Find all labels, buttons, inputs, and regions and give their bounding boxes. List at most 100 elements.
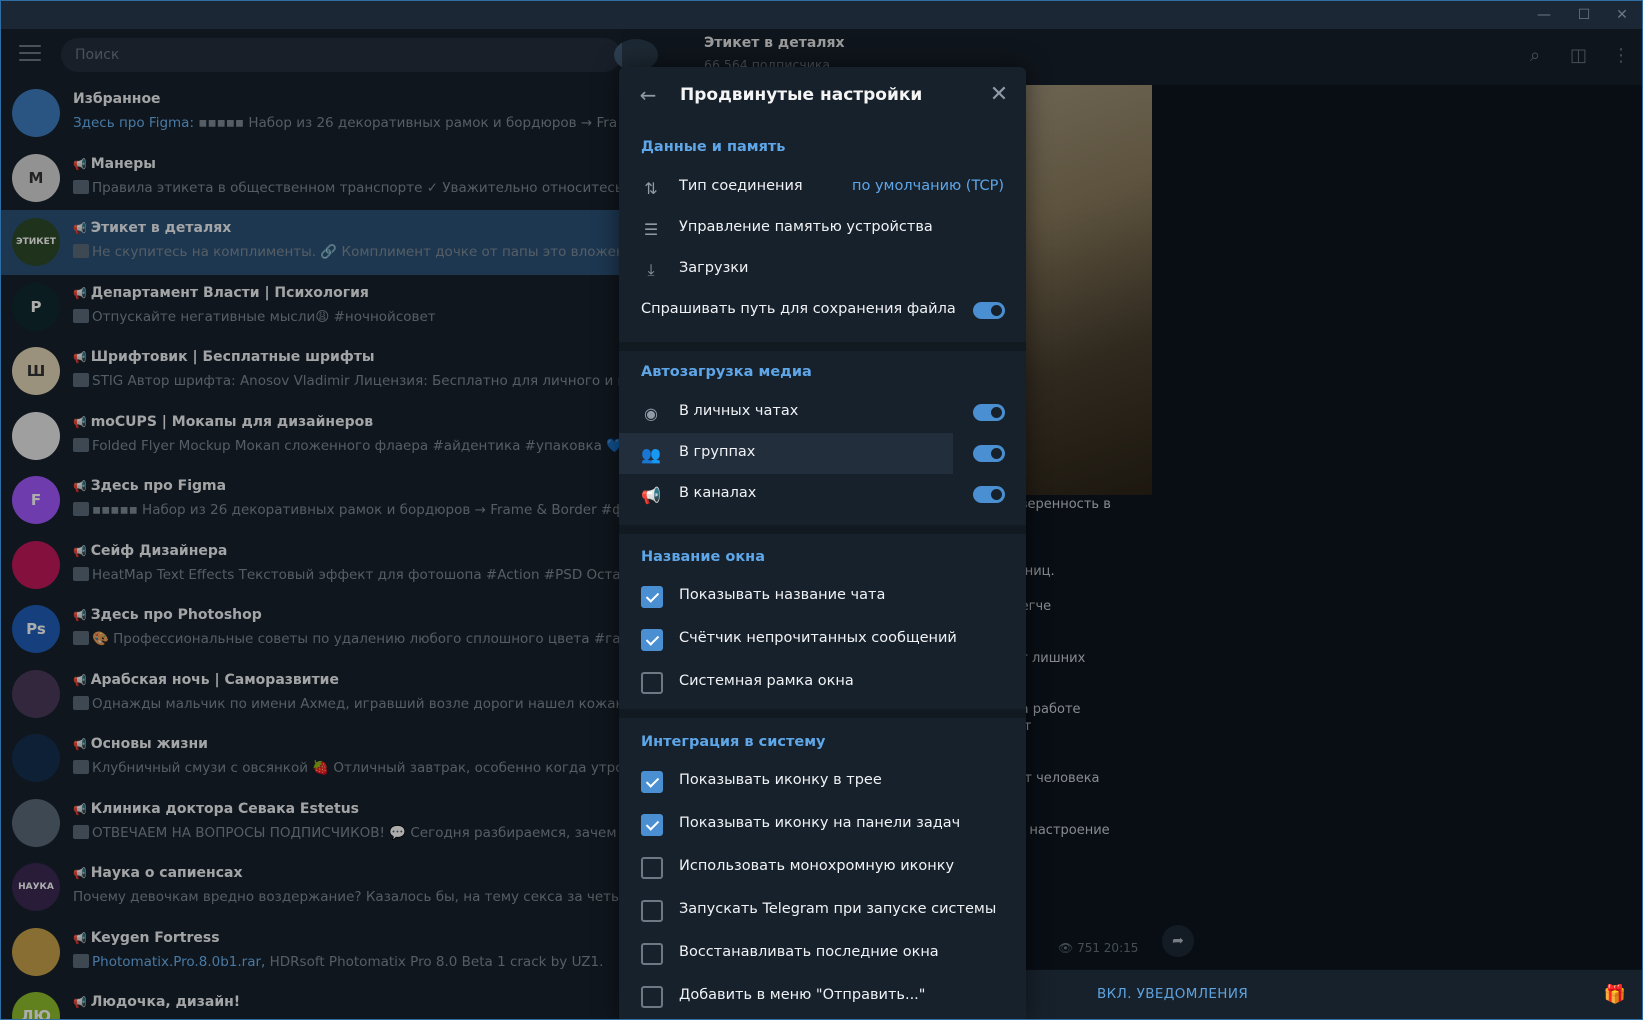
views-count: 751 — [1077, 941, 1100, 955]
eye-icon: 👁 — [1058, 941, 1078, 955]
downloads-label: Загрузки — [679, 260, 749, 276]
chat-avatar: Ш — [12, 347, 60, 395]
chat-list-item[interactable]: НАУКА 📢 Наука о сапиенсах Почему девочкам в… — [1, 855, 622, 920]
chat-title: Keygen Fortress — [90, 929, 220, 946]
unread-counter-row[interactable]: Счётчик непрочитанных сообщений — [619, 620, 1026, 660]
chat-preview-wrap: 🎨 Профессиональные советы по удалению лю… — [73, 631, 622, 647]
autoload-channels-toggle[interactable] — [973, 486, 1005, 503]
chat-list-item[interactable]: 📢 moCUPS | Мокапы для дизайнеров Folded Fl… — [1, 404, 622, 469]
chat-preview-wrap: Однажды мальчик по имени Ахмед, игравший… — [73, 695, 622, 712]
chat-list-item[interactable]: P 📢 Департамент Власти | Психология Отпуска… — [1, 275, 622, 340]
chat-preview-wrap: Правила этикета в общественном транспорт… — [73, 179, 622, 196]
taskbar-icon-checkbox[interactable] — [641, 814, 663, 836]
chat-preview: Folded Flyer Mockup Мокап сложенного фла… — [92, 437, 622, 454]
send-to-menu-row[interactable]: Добавить в меню "Отправить..." — [619, 977, 1026, 1017]
title-bar: — ☐ ✕ — [1, 1, 1642, 29]
chat-list-item[interactable]: 📢 Keygen Fortress Photomatix.Pro.8.0b1.rar… — [1, 920, 622, 985]
taskbar-icon-row[interactable]: Показывать иконку на панели задач — [619, 805, 1026, 845]
chat-title: Сейф Дизайнера — [90, 542, 228, 559]
autoload-groups-toggle[interactable] — [973, 445, 1005, 462]
search-icon[interactable]: ⌕ — [1530, 45, 1540, 66]
search-box[interactable] — [61, 38, 621, 72]
connection-type-row[interactable]: ⇅ Тип соединения по умолчанию (TCP) — [619, 167, 1026, 208]
maximize-icon[interactable]: ☐ — [1569, 5, 1599, 25]
mono-icon-checkbox[interactable] — [641, 857, 663, 879]
chat-preview: ▪▪▪▪▪ Набор из 26 декоративных рамок и б… — [92, 502, 622, 518]
gift-icon[interactable]: 🎁 — [1604, 984, 1626, 1005]
autoload-private-toggle[interactable] — [973, 404, 1005, 421]
chat-list-item[interactable]: 📢 Клиника доктора Севака Estetus ОТВЕЧАЕМ … — [1, 791, 622, 856]
autoload-private-row[interactable]: ◉ В личных чатах — [619, 392, 1026, 433]
show-chat-name-checkbox[interactable] — [641, 586, 663, 608]
section-title-window: Название окна — [641, 549, 765, 565]
system-frame-row[interactable]: Системная рамка окна — [619, 663, 1026, 703]
autoload-groups-row[interactable]: 👥 В группах — [619, 433, 953, 474]
chat-list-item[interactable]: 📢 Сейф Дизайнера HeatMap Text Effects Текс… — [1, 533, 622, 598]
system-frame-checkbox[interactable] — [641, 672, 663, 694]
autoload-private-label: В личных чатах — [679, 403, 799, 419]
downloads-row[interactable]: ⤓ Загрузки — [619, 249, 1026, 290]
restore-windows-checkbox[interactable] — [641, 943, 663, 965]
chat-title-wrap: 📢 Клиника доктора Севака Estetus — [73, 801, 359, 817]
chat-avatar — [12, 89, 60, 137]
chat-list-item[interactable]: Ps 📢 Здесь про Photoshop 🎨 Профессиональные… — [1, 597, 622, 662]
chat-preview-accent: Photomatix.Pro.8.0b1.rar, — [92, 953, 266, 970]
chat-title: Арабская ночь | Саморазвитие — [90, 671, 339, 688]
autostart-checkbox[interactable] — [641, 900, 663, 922]
message-views: 👁 751 20:15 — [1058, 941, 1138, 955]
hamburger-menu-icon[interactable] — [19, 45, 41, 63]
chat-list-item[interactable]: 📢 Основы жизни Клубничный смузи с овсянкой… — [1, 726, 622, 791]
restore-windows-row[interactable]: Восстанавливать последние окна — [619, 934, 1026, 974]
chat-list-item[interactable]: Ш 📢 Шрифтовик | Бесплатные шрифты STIG Авто… — [1, 339, 622, 404]
minimize-icon[interactable]: — — [1529, 5, 1559, 25]
chat-list-item[interactable]: F 📢 Здесь про Figma ▪▪▪▪▪ Набор из 26 декор… — [1, 468, 622, 533]
chat-title: moCUPS | Мокапы для дизайнеров — [90, 413, 374, 430]
autoload-channels-label: В каналах — [679, 485, 757, 501]
chat-title-wrap: 📢 moCUPS | Мокапы для дизайнеров — [73, 414, 373, 430]
channel-megaphone-icon: 📢 — [73, 673, 87, 687]
share-icon[interactable]: ➦ — [1162, 925, 1194, 957]
more-icon[interactable]: ⋮ — [1612, 45, 1630, 66]
back-arrow-icon[interactable]: ← — [634, 81, 662, 109]
enable-notifications-button[interactable]: ВКЛ. УВЕДОМЛЕНИЯ — [1097, 986, 1248, 1002]
chat-title: Людочка, дизайн! — [90, 994, 241, 1010]
close-window-icon[interactable]: ✕ — [1607, 5, 1637, 25]
media-thumbnail — [73, 824, 89, 839]
autoload-channels-row[interactable]: 📢 В каналах — [619, 474, 1026, 515]
channel-megaphone-icon: 📢 — [73, 544, 87, 558]
ask-save-path-toggle[interactable] — [973, 302, 1005, 319]
chat-preview-wrap: Здесь про Figma: ▪▪▪▪▪ Набор из 26 декор… — [73, 115, 617, 131]
chat-title-wrap: 📢 Департамент Власти | Психология — [73, 285, 369, 301]
connection-type-value: по умолчанию (TCP) — [852, 178, 1004, 194]
chat-list-item[interactable]: Избранное Здесь про Figma: ▪▪▪▪▪ Набор из… — [1, 81, 622, 146]
chat-list-item[interactable]: 📢 Арабская ночь | Саморазвитие Однажды мал… — [1, 662, 622, 727]
ask-save-path-row[interactable]: Спрашивать путь для сохранения файла — [619, 290, 1026, 331]
chat-list-item[interactable]: M 📢 Манеры Правила этикета в общественном т… — [1, 146, 622, 211]
send-to-menu-checkbox[interactable] — [641, 986, 663, 1008]
autostart-row[interactable]: Запускать Telegram при запуске системы — [619, 891, 1026, 931]
tray-icon-row[interactable]: Показывать иконку в трее — [619, 762, 1026, 802]
unread-counter-checkbox[interactable] — [641, 629, 663, 651]
sidebar-toggle-icon[interactable]: ◫ — [1570, 45, 1587, 66]
chat-list-item[interactable]: ЛЮ 📢 Людочка, дизайн! — [1, 984, 622, 1019]
search-input[interactable] — [61, 38, 621, 72]
chat-avatar — [12, 734, 60, 782]
storage-management-row[interactable]: ☰ Управление памятью устройства — [619, 208, 1026, 249]
media-thumbnail — [73, 373, 89, 387]
show-chat-name-row[interactable]: Показывать название чата — [619, 577, 1026, 617]
chat-preview-wrap: Photomatix.Pro.8.0b1.rar, HDRsoft Photom… — [73, 953, 603, 970]
chat-avatar: F — [12, 476, 60, 524]
chat-list-item[interactable]: ЭТИКЕТ 📢 Этикет в деталях Не скупитесь на к… — [1, 210, 622, 275]
chat-preview: Отпускайте негативные мысли😩 #ночнойсове… — [92, 308, 436, 325]
chat-avatar: Ps — [12, 605, 60, 653]
close-icon[interactable]: ✕ — [985, 81, 1013, 109]
mono-icon-row[interactable]: Использовать монохромную иконку — [619, 848, 1026, 888]
chat-title-wrap: 📢 Здесь про Photoshop — [73, 607, 262, 623]
show-chat-name-label: Показывать название чата — [679, 587, 886, 603]
tray-icon-checkbox[interactable] — [641, 771, 663, 793]
chat-preview-wrap: Отпускайте негативные мысли😩 #ночнойсове… — [73, 308, 436, 325]
advanced-settings-modal: ← Продвинутые настройки ✕ Данные и памят… — [619, 67, 1026, 1019]
chat-title-wrap: 📢 Keygen Fortress — [73, 930, 220, 946]
chat-header-title[interactable]: Этикет в деталях — [704, 35, 845, 51]
media-thumbnail — [73, 695, 89, 710]
